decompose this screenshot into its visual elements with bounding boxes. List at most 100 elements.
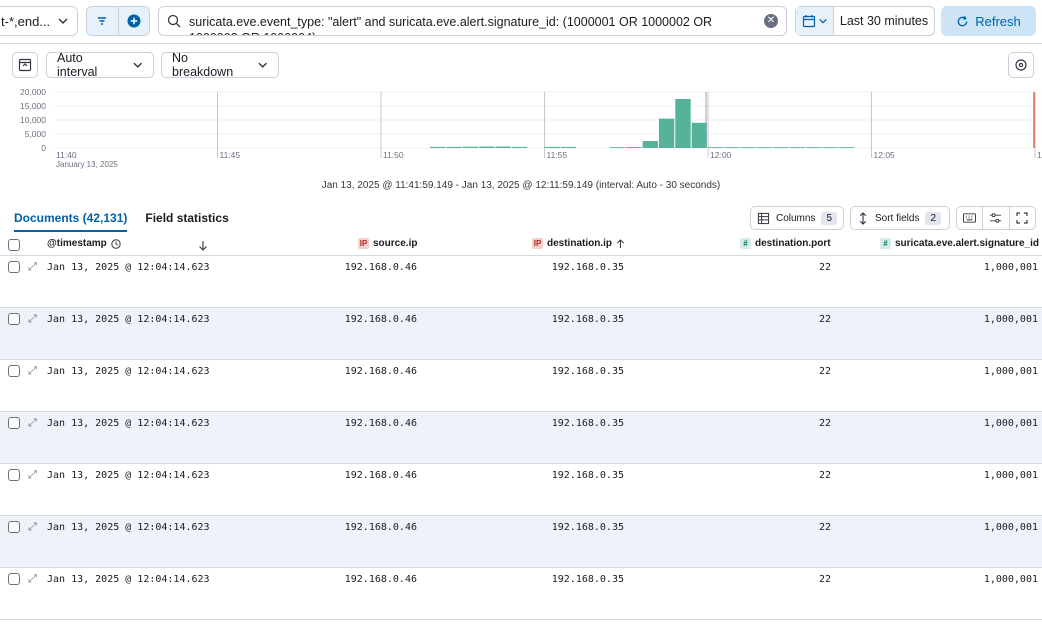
expand-row-icon[interactable]: ⤢ <box>28 468 37 482</box>
expand-row-icon[interactable]: ⤢ <box>28 364 37 378</box>
expand-row-icon[interactable]: ⤢ <box>28 260 37 274</box>
toggle-chart-button[interactable] <box>12 52 38 78</box>
column-header-signature-id[interactable]: # suricata.eve.alert.signature_id <box>880 238 1039 249</box>
row-checkbox[interactable] <box>8 573 20 585</box>
cell-signature-id: 1,000,001 <box>983 470 1038 481</box>
cell-signature-id: 1,000,001 <box>983 366 1038 377</box>
settings-icon <box>1015 59 1027 71</box>
filter-icon <box>98 17 107 25</box>
expand-row-icon[interactable]: ⤢ <box>28 520 37 534</box>
cell-source-ip: 192.168.0.46 <box>344 574 417 585</box>
row-checkbox[interactable] <box>8 365 20 377</box>
expand-row-icon[interactable]: ⤢ <box>28 312 37 326</box>
table-row: ⤢ Jan 13, 2025 @ 12:04:14.623 192.168.0.46… <box>0 412 1042 464</box>
cell-destination-ip: 192.168.0.35 <box>551 574 624 585</box>
columns-count-badge: 5 <box>821 211 837 225</box>
document-table: ⤢ Jan 13, 2025 @ 12:04:14.623 192.168.0.46… <box>0 256 1042 620</box>
table-row: ⤢ Jan 13, 2025 @ 12:04:14.623 192.168.0.46… <box>0 568 1042 620</box>
x-tick-label: 12:10 <box>1037 150 1042 160</box>
cell-timestamp: Jan 13, 2025 @ 12:04:14.623 <box>47 366 210 377</box>
y-tick-label: 5,000 <box>25 129 47 139</box>
fullscreen-button[interactable] <box>1008 207 1035 229</box>
x-axis-date-label: January 13, 2025 <box>56 160 118 169</box>
column-header-source-ip[interactable]: IP source.ip <box>358 238 417 249</box>
histogram-bar <box>724 147 740 148</box>
display-settings-button[interactable] <box>982 207 1008 229</box>
cell-destination-ip: 192.168.0.35 <box>551 470 624 481</box>
histogram-bar <box>642 141 658 148</box>
tab-documents[interactable]: Documents (42,131) <box>14 211 128 232</box>
data-view-selector[interactable]: t-*,end... <box>0 6 78 36</box>
keyboard-shortcuts-button[interactable] <box>957 207 982 229</box>
column-label-destination-port: destination.port <box>755 238 831 249</box>
cell-destination-ip: 192.168.0.35 <box>551 366 624 377</box>
row-checkbox[interactable] <box>8 261 20 273</box>
add-filter-button[interactable] <box>117 7 149 35</box>
row-checkbox[interactable] <box>8 469 20 481</box>
date-picker: Last 30 minutes <box>795 6 935 36</box>
controls-icon <box>990 213 1002 223</box>
ip-field-icon: IP <box>532 238 543 249</box>
histogram-bar <box>757 147 773 148</box>
histogram-bar <box>708 147 724 148</box>
clear-query-icon[interactable]: ✕ <box>764 14 778 28</box>
cell-destination-port: 22 <box>818 262 831 273</box>
fullscreen-icon <box>1016 212 1028 224</box>
cell-signature-id: 1,000,001 <box>983 262 1038 273</box>
cell-timestamp: Jan 13, 2025 @ 12:04:14.623 <box>47 314 210 325</box>
table-row: ⤢ Jan 13, 2025 @ 12:04:14.623 192.168.0.46… <box>0 256 1042 308</box>
column-header-destination-port[interactable]: # destination.port <box>740 238 831 249</box>
cell-source-ip: 192.168.0.46 <box>344 470 417 481</box>
filter-menu-button[interactable] <box>87 7 118 35</box>
expand-row-icon[interactable]: ⤢ <box>28 572 37 586</box>
quick-date-menu-button[interactable] <box>796 7 834 35</box>
sort-fields-button[interactable]: Sort fields 2 <box>850 206 950 230</box>
table-row: ⤢ Jan 13, 2025 @ 12:04:14.623 192.168.0.46… <box>0 464 1042 516</box>
cell-destination-port: 22 <box>818 470 831 481</box>
y-tick-label: 20,000 <box>20 87 46 97</box>
y-tick-label: 0 <box>41 143 46 153</box>
interval-dropdown[interactable]: Auto interval <box>46 51 154 79</box>
chevron-down-icon <box>132 62 142 68</box>
histogram-bar <box>609 147 626 148</box>
cell-destination-ip: 192.168.0.35 <box>551 418 624 429</box>
row-checkbox[interactable] <box>8 521 20 533</box>
expand-row-icon[interactable]: ⤢ <box>28 416 37 430</box>
chevron-down-icon <box>58 18 68 25</box>
chart-options-button[interactable] <box>1008 52 1034 78</box>
chart-time-range-caption: Jan 13, 2025 @ 11:41:59.149 - Jan 13, 20… <box>321 180 721 191</box>
y-tick-label: 10,000 <box>20 115 46 125</box>
interval-label: Auto interval <box>57 51 98 79</box>
histogram-bar <box>773 147 789 148</box>
table-row: ⤢ Jan 13, 2025 @ 12:04:14.623 192.168.0.46… <box>0 308 1042 360</box>
keyboard-icon <box>963 213 977 223</box>
tab-field-statistics[interactable]: Field statistics <box>145 211 228 232</box>
select-all-checkbox[interactable] <box>8 239 20 251</box>
row-checkbox[interactable] <box>8 313 20 325</box>
column-header-destination-ip[interactable]: IP destination.ip <box>532 238 625 249</box>
column-header-timestamp[interactable]: @timestamp <box>47 238 121 249</box>
columns-button[interactable]: Columns 5 <box>750 206 844 230</box>
cell-source-ip: 192.168.0.46 <box>344 262 417 273</box>
row-checkbox[interactable] <box>8 417 20 429</box>
cell-timestamp: Jan 13, 2025 @ 12:04:14.623 <box>47 470 210 481</box>
histogram-bar <box>495 146 511 148</box>
histogram-bar <box>560 146 577 148</box>
histogram-chart: 20,000 15,000 10,000 5,000 0 11:40 11:45 11:50 1… <box>20 87 1042 169</box>
histogram-bar <box>789 147 806 148</box>
breakdown-dropdown[interactable]: No breakdown <box>161 51 279 79</box>
refresh-icon <box>957 15 968 26</box>
number-field-icon: # <box>740 238 751 249</box>
time-range-display[interactable]: Last 30 minutes <box>834 7 934 35</box>
x-tick-label: 11:50 <box>383 150 404 160</box>
histogram-bar <box>675 99 691 148</box>
x-tick-label: 11:55 <box>547 150 568 160</box>
refresh-button[interactable]: Refresh <box>941 6 1036 36</box>
sort-count-badge: 2 <box>925 211 942 225</box>
cell-timestamp: Jan 13, 2025 @ 12:04:14.623 <box>47 418 210 429</box>
cell-source-ip: 192.168.0.46 <box>344 314 417 325</box>
sort-descending-icon[interactable] <box>198 240 208 251</box>
query-text: suricata.eve.event_type: "alert" and sur… <box>189 15 713 35</box>
x-tick-label: 11:40 <box>56 150 77 160</box>
query-input[interactable]: suricata.eve.event_type: "alert" and sur… <box>158 6 787 36</box>
